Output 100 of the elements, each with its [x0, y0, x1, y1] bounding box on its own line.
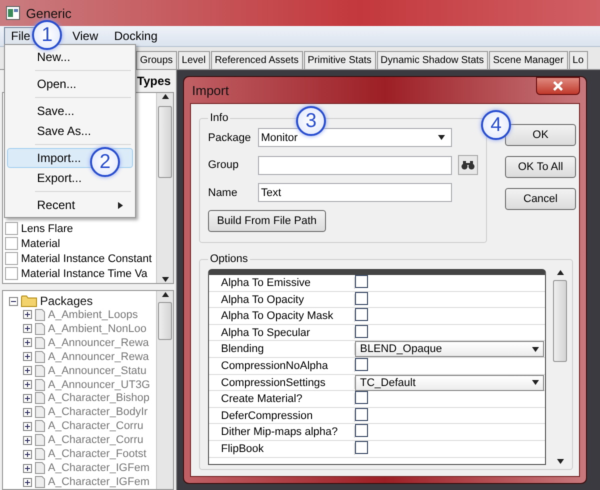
dropdown-arrow-icon: [532, 379, 539, 386]
expand-icon[interactable]: [23, 436, 32, 445]
tree-label[interactable]: A_Ambient_Loops: [48, 308, 138, 321]
scroll-thumb[interactable]: [158, 106, 172, 178]
tab[interactable]: Primitive Stats: [304, 51, 376, 69]
property-checkbox[interactable]: [355, 275, 368, 288]
field-label: Package: [208, 132, 252, 144]
package-icon: [35, 392, 45, 404]
menu-item[interactable]: Docking: [107, 27, 164, 45]
expand-icon[interactable]: [23, 310, 32, 320]
field-label: Group: [208, 159, 240, 171]
tree-label[interactable]: A_Character_Corru: [48, 420, 144, 432]
dialog-button[interactable]: OK: [505, 124, 576, 146]
scroll-up-icon: [556, 269, 564, 276]
type-checkbox[interactable]: [5, 237, 18, 250]
tree-label[interactable]: A_Character_Corru: [48, 434, 144, 446]
folder-icon: [21, 295, 37, 307]
type-label: Material Instance Time Va: [21, 268, 148, 280]
tab[interactable]: Level: [178, 51, 210, 69]
tree-label[interactable]: A_Character_BodyIr: [48, 406, 148, 418]
scrollbar[interactable]: [156, 291, 173, 489]
type-checkbox[interactable]: [5, 267, 18, 280]
menu-entry[interactable]: New...: [7, 47, 133, 67]
tree-label[interactable]: A_Announcer_Statu: [48, 364, 146, 377]
package-icon: [35, 308, 45, 321]
expand-icon[interactable]: [23, 394, 32, 403]
expand-icon[interactable]: [23, 380, 32, 390]
expand-icon[interactable]: [23, 408, 32, 417]
expand-icon[interactable]: [23, 464, 32, 473]
tab[interactable]: Groups: [136, 51, 177, 69]
type-checkbox[interactable]: [5, 252, 18, 265]
tab[interactable]: Lo: [568, 51, 588, 69]
expand-icon[interactable]: [23, 352, 32, 362]
close-icon: [553, 81, 563, 91]
expand-icon[interactable]: [23, 422, 32, 431]
tab[interactable]: Referenced Assets: [210, 51, 303, 69]
group-legend: Options: [208, 253, 250, 265]
package-icon: [35, 420, 45, 432]
dropdown-arrow-icon: [532, 346, 539, 353]
property-dropdown[interactable]: BLEND_Opaque: [355, 341, 544, 358]
scroll-down-icon: [162, 276, 168, 283]
window-title: Generic: [26, 6, 72, 20]
tree-label[interactable]: A_Character_Bishop: [48, 392, 150, 404]
type-label: Material Instance Constant: [21, 252, 152, 264]
property-dropdown[interactable]: TC_Default: [355, 374, 544, 391]
app-icon: [6, 6, 20, 20]
scroll-up-icon: [162, 291, 168, 298]
scrollbar[interactable]: [156, 93, 173, 283]
tree-label[interactable]: Packages: [40, 294, 93, 308]
scroll-up-icon: [162, 93, 168, 100]
type-label: Lens Flare: [21, 222, 73, 234]
package-icon: [35, 336, 45, 349]
menu-entry[interactable]: Recent: [7, 195, 133, 215]
tree-label[interactable]: A_Character_Footst: [48, 448, 146, 460]
input-field[interactable]: [258, 156, 452, 174]
tree-label[interactable]: A_Character_IGFem: [48, 476, 150, 488]
input-field[interactable]: Text: [258, 183, 452, 202]
dialog-button[interactable]: Cancel: [505, 188, 576, 210]
expand-icon[interactable]: [23, 366, 32, 376]
tree-label[interactable]: A_Announcer_Rewa: [48, 350, 149, 363]
property-checkbox[interactable]: [355, 292, 368, 305]
menu-entry[interactable]: Save As...: [7, 121, 133, 141]
tree-label[interactable]: A_Announcer_UT3G: [48, 378, 150, 391]
tab[interactable]: Dynamic Shadow Stats: [376, 51, 488, 69]
scroll-thumb[interactable]: [553, 280, 567, 362]
tree-label[interactable]: A_Character_IGFem: [48, 462, 150, 474]
field-label: Name: [208, 186, 238, 198]
package-icon: [35, 448, 45, 460]
tab[interactable]: Scene Manager: [488, 51, 568, 69]
menu-item[interactable]: View: [65, 27, 106, 45]
tree-label[interactable]: A_Ambient_NonLoo: [48, 322, 146, 335]
submenu-arrow-icon: [117, 202, 124, 208]
package-icon: [35, 434, 45, 446]
package-icon: [35, 378, 45, 391]
property-checkbox[interactable]: [355, 424, 368, 438]
tree-label[interactable]: A_Announcer_Rewa: [48, 336, 149, 349]
expand-icon[interactable]: [23, 478, 32, 487]
property-checkbox[interactable]: [355, 440, 368, 454]
binoculars-icon[interactable]: [458, 155, 478, 175]
package-combo[interactable]: Monitor: [258, 128, 452, 147]
property-checkbox[interactable]: [355, 408, 368, 421]
types-header: Types: [137, 74, 171, 88]
scroll-thumb[interactable]: [158, 302, 172, 340]
property-checkbox[interactable]: [355, 391, 368, 404]
property-checkbox[interactable]: [355, 358, 368, 371]
menu-entry[interactable]: Save...: [7, 101, 133, 121]
dialog-button[interactable]: OK To All: [505, 156, 576, 178]
build-from-path-button[interactable]: Build From File Path: [208, 210, 326, 232]
expand-icon[interactable]: [23, 450, 32, 459]
expand-icon[interactable]: [23, 324, 32, 334]
package-icon: [35, 322, 45, 335]
property-checkbox[interactable]: [355, 324, 368, 338]
package-icon: [35, 406, 45, 418]
menu-entry[interactable]: Open...: [7, 74, 133, 94]
expand-icon[interactable]: [23, 338, 32, 348]
type-checkbox[interactable]: [5, 222, 18, 235]
property-checkbox[interactable]: [355, 308, 368, 322]
collapse-icon[interactable]: [9, 296, 18, 306]
close-button[interactable]: [536, 77, 580, 95]
package-icon: [35, 462, 45, 474]
